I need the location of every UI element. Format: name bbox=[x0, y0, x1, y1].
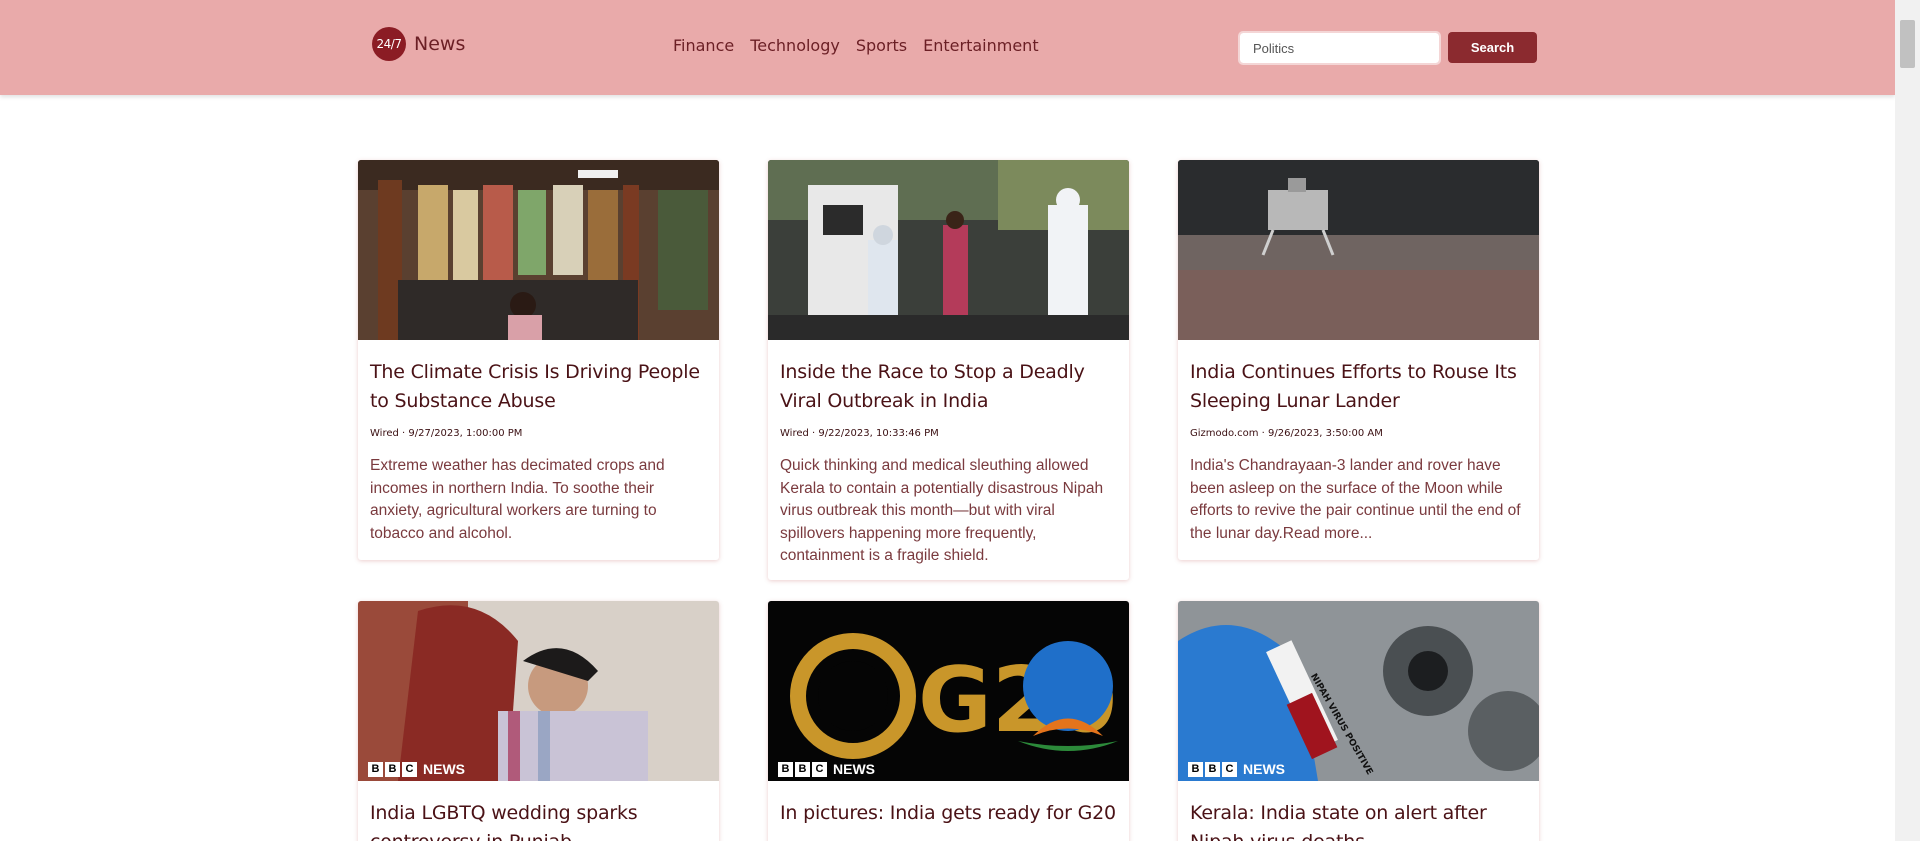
article-title[interactable]: India Continues Efforts to Rouse Its Sle… bbox=[1190, 358, 1527, 416]
category-nav: Finance Technology Sports Entertainment bbox=[673, 36, 1039, 55]
article-title[interactable]: Inside the Race to Stop a Deadly Viral O… bbox=[780, 358, 1117, 416]
bbc-news-text: NEWS bbox=[423, 761, 465, 777]
nav-sports[interactable]: Sports bbox=[856, 36, 907, 55]
bbc-letter-b1: B bbox=[778, 761, 793, 777]
bbc-news-overlay: B B C NEWS bbox=[778, 761, 875, 777]
bbc-letter-b1: B bbox=[368, 761, 383, 777]
bbc-letter-c: C bbox=[812, 761, 827, 777]
article-image: B B C NEWS bbox=[358, 601, 719, 781]
bbc-letter-b2: B bbox=[385, 761, 400, 777]
nav-technology[interactable]: Technology bbox=[750, 36, 840, 55]
bbc-news-text: NEWS bbox=[1243, 761, 1285, 777]
bbc-letter-b1: B bbox=[1188, 761, 1203, 777]
bbc-news-overlay: B B C NEWS bbox=[368, 761, 465, 777]
search-button[interactable]: Search bbox=[1448, 32, 1537, 63]
article-title[interactable]: India LGBTQ wedding sparks controversy i… bbox=[370, 799, 707, 841]
site-header: 24/7 News Finance Technology Sports Ente… bbox=[0, 0, 1895, 95]
article-card[interactable]: B B C NEWS India LGBTQ wedding sparks co… bbox=[358, 601, 719, 841]
article-card[interactable]: Inside the Race to Stop a Deadly Viral O… bbox=[768, 160, 1129, 580]
article-image bbox=[1178, 160, 1539, 340]
bbc-news-overlay: B B C NEWS bbox=[1188, 761, 1285, 777]
bbc-letter-c: C bbox=[1222, 761, 1237, 777]
article-title[interactable]: The Climate Crisis Is Driving People to … bbox=[370, 358, 707, 416]
article-description: Quick thinking and medical sleuthing all… bbox=[780, 457, 1104, 564]
article-card[interactable]: The Climate Crisis Is Driving People to … bbox=[358, 160, 719, 560]
article-meta: Gizmodo.com · 9/26/2023, 3:50:00 AM bbox=[1190, 428, 1383, 439]
article-description: Extreme weather has decimated crops and … bbox=[370, 457, 665, 542]
article-image bbox=[768, 160, 1129, 340]
article-image bbox=[358, 160, 719, 340]
scrollbar-thumb[interactable] bbox=[1900, 20, 1915, 68]
article-card[interactable]: India Continues Efforts to Rouse Its Sle… bbox=[1178, 160, 1539, 560]
bbc-letter-b2: B bbox=[795, 761, 810, 777]
article-image: G20 B B C NEWS bbox=[768, 601, 1129, 781]
article-title[interactable]: Kerala: India state on alert after Nipah… bbox=[1190, 799, 1527, 841]
article-card[interactable]: NIPAH VIRUS POSITIVE B B C NEWS Kerala: … bbox=[1178, 601, 1539, 841]
search-input[interactable] bbox=[1238, 31, 1441, 65]
logo-badge: 24/7 bbox=[372, 27, 406, 61]
nav-finance[interactable]: Finance bbox=[673, 36, 734, 55]
site-logo[interactable]: 24/7 News bbox=[372, 27, 465, 61]
article-description: India's Chandrayaan-3 lander and rover h… bbox=[1190, 457, 1521, 542]
vertical-scrollbar[interactable] bbox=[1895, 0, 1920, 841]
article-image: NIPAH VIRUS POSITIVE B B C NEWS bbox=[1178, 601, 1539, 781]
article-meta: Wired · 9/27/2023, 1:00:00 PM bbox=[370, 428, 523, 439]
article-card[interactable]: G20 B B C NEWS In pictures: India gets r… bbox=[768, 601, 1129, 841]
article-title[interactable]: In pictures: India gets ready for G20 bbox=[780, 799, 1117, 828]
bbc-letter-c: C bbox=[402, 761, 417, 777]
bbc-letter-b2: B bbox=[1205, 761, 1220, 777]
logo-text: News bbox=[414, 33, 466, 55]
bbc-news-text: NEWS bbox=[833, 761, 875, 777]
article-meta: Wired · 9/22/2023, 10:33:46 PM bbox=[780, 428, 939, 439]
nav-entertainment[interactable]: Entertainment bbox=[923, 36, 1038, 55]
